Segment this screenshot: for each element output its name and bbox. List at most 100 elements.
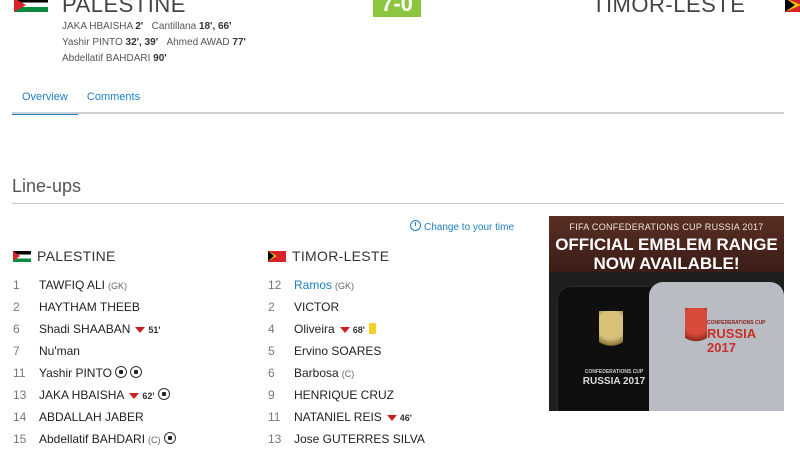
timor-leste-flag-icon — [785, 0, 800, 12]
player-role-tag: (GK) — [335, 281, 355, 291]
ad-tagline: FIFA CONFEDERATIONS CUP RUSSIA 2017 — [569, 222, 764, 232]
goal-ball-icon — [129, 366, 142, 378]
scorer-name: JAKA HBAISHA — [62, 21, 133, 32]
ad-headline-2: NOW AVAILABLE! — [593, 254, 740, 273]
player-row: 13 Jose GUTERRES SILVA — [268, 428, 528, 450]
player-name: Ervino SOARES — [294, 344, 382, 358]
player-number: 6 — [13, 322, 20, 336]
home-lineup: PALESTINE 1 TAWFIQ ALI (GK) 2 HAYTHAM THEEB 6… — [13, 248, 253, 450]
player-name: VICTOR — [294, 300, 340, 314]
goal-ball-icon — [163, 432, 176, 444]
player-row: 2 HAYTHAM THEEB — [13, 296, 253, 318]
change-time-label: Change to your time — [424, 222, 515, 233]
palestine-flag-icon — [13, 251, 31, 262]
ad-shirt-left-small: CONFEDERATIONS CUP — [584, 369, 644, 375]
player-number: 2 — [268, 300, 275, 314]
home-lineup-header: PALESTINE — [13, 248, 253, 274]
player-name: Nu'man — [39, 344, 80, 358]
palestine-flag-icon — [14, 0, 48, 12]
player-name: Yashir PINTO — [39, 366, 112, 380]
player-number: 15 — [13, 432, 27, 446]
tab-comments[interactable]: Comments — [87, 91, 140, 113]
player-row: 11 Yashir PINTO — [13, 362, 253, 384]
ad-banner[interactable]: FIFA CONFEDERATIONS CUP RUSSIA 2017 OFFI… — [549, 216, 784, 411]
player-row: 9 HENRIQUE CRUZ — [268, 384, 528, 406]
substitution-out-icon: 62' — [129, 385, 154, 407]
away-lineup-header: TIMOR-LESTE — [268, 248, 528, 274]
goal-ball-icon — [114, 366, 127, 378]
player-row: 6 Barbosa (C) — [268, 362, 528, 384]
player-name: Shadi SHAABAN — [39, 322, 131, 336]
scorers-line: Yashir PINTO 32', 39' Ahmed AWAD 77' — [62, 35, 246, 51]
away-team-name: TIMOR-LESTE — [292, 248, 390, 264]
player-row: 4 Oliveira 68' — [268, 318, 528, 340]
player-row: 13 JAKA HBAISHA 62' — [13, 384, 253, 406]
scorer-time: 32', 39' — [125, 37, 159, 48]
player-row: 1 TAWFIQ ALI (GK) — [13, 274, 253, 296]
scorers-line: JAKA HBAISHA 2' Cantillana 18', 66' — [62, 19, 246, 35]
player-number: 7 — [13, 344, 20, 358]
player-row: 12 Ramos (GK) — [268, 274, 528, 296]
ad-shirt-left-text: RUSSIA 2017 — [582, 376, 646, 387]
player-number: 13 — [268, 432, 282, 446]
scorer-time: 77' — [232, 37, 246, 48]
player-number: 11 — [268, 410, 281, 424]
trophy-icon — [685, 308, 707, 352]
player-name: HENRIQUE CRUZ — [294, 388, 395, 402]
player-name[interactable]: Ramos — [294, 278, 332, 292]
player-number: 6 — [268, 366, 275, 380]
player-number: 9 — [268, 388, 275, 402]
player-role-tag: (C) — [341, 369, 355, 379]
player-name: Oliveira — [294, 322, 335, 336]
player-row: 6 Shadi SHAABAN 51' — [13, 318, 253, 340]
player-name: Jose GUTERRES SILVA — [294, 432, 425, 446]
player-name: Barbosa — [294, 366, 339, 380]
substitution-out-icon: 68' — [340, 319, 365, 341]
player-role-tag: (GK) — [108, 281, 128, 291]
player-row: 2 VICTOR — [268, 296, 528, 318]
player-name: HAYTHAM THEEB — [39, 300, 140, 314]
lineups-title: Line-ups — [12, 176, 82, 196]
player-name: ABDALLAH JABER — [39, 410, 144, 424]
goal-ball-icon — [157, 388, 170, 400]
scorer-name: Cantillana — [151, 21, 197, 32]
player-row: 15 Abdellatif BAHDARI (C) — [13, 428, 253, 450]
goal-scorers: JAKA HBAISHA 2' Cantillana 18', 66' Yash… — [62, 19, 246, 67]
player-role-tag: (C) — [148, 435, 161, 445]
player-row: 11 NATANIEL REIS 46' — [268, 406, 528, 428]
score-badge: 7-0 — [373, 0, 421, 17]
timor-leste-flag-icon — [268, 251, 286, 262]
player-name: Abdellatif BAHDARI — [39, 432, 146, 446]
scorers-line: Abdellatif BAHDARI 90' — [62, 51, 246, 67]
away-lineup: TIMOR-LESTE 12 Ramos (GK) 2 VICTOR 4 Oliveira 6… — [268, 248, 528, 450]
away-player-list: 12 Ramos (GK) 2 VICTOR 4 Oliveira 68' 5 Ervino SO… — [268, 274, 528, 450]
player-row: 7 Nu'man — [13, 340, 253, 362]
change-time-link[interactable]: Change to your time — [410, 220, 514, 233]
player-name: JAKA HBAISHA — [39, 388, 125, 402]
scorer-time: 2' — [135, 21, 144, 32]
player-number: 12 — [268, 278, 282, 292]
player-name: NATANIEL REIS — [294, 410, 382, 424]
player-number: 4 — [268, 322, 275, 336]
tab-divider — [12, 112, 784, 114]
ad-headline-1: OFFICIAL EMBLEM RANGE — [555, 235, 778, 254]
player-number: 5 — [268, 344, 275, 358]
home-team-name: PALESTINE — [37, 248, 116, 264]
scorer-time: 90' — [153, 53, 167, 64]
away-team-title[interactable]: TIMOR-LESTE — [592, 0, 745, 18]
player-row: 14 ABDALLAH JABER — [13, 406, 253, 428]
player-number: 13 — [13, 388, 27, 402]
player-number: 2 — [13, 300, 20, 314]
home-team-title[interactable]: PALESTINE — [62, 0, 186, 18]
scorer-name: Abdellatif BAHDARI — [62, 53, 151, 64]
ad-shirt-right-text: RUSSIA 2017 — [707, 326, 756, 355]
trophy-icon — [599, 311, 623, 357]
player-row: 5 Ervino SOARES — [268, 340, 528, 362]
clock-icon — [410, 220, 421, 231]
substitution-out-icon: 46' — [387, 407, 412, 429]
scorer-name: Yashir PINTO — [62, 37, 123, 48]
player-number: 1 — [13, 278, 20, 292]
player-number: 11 — [13, 366, 26, 380]
lineups-divider — [12, 203, 784, 204]
home-player-list: 1 TAWFIQ ALI (GK) 2 HAYTHAM THEEB 6 Shadi SHAA… — [13, 274, 253, 450]
